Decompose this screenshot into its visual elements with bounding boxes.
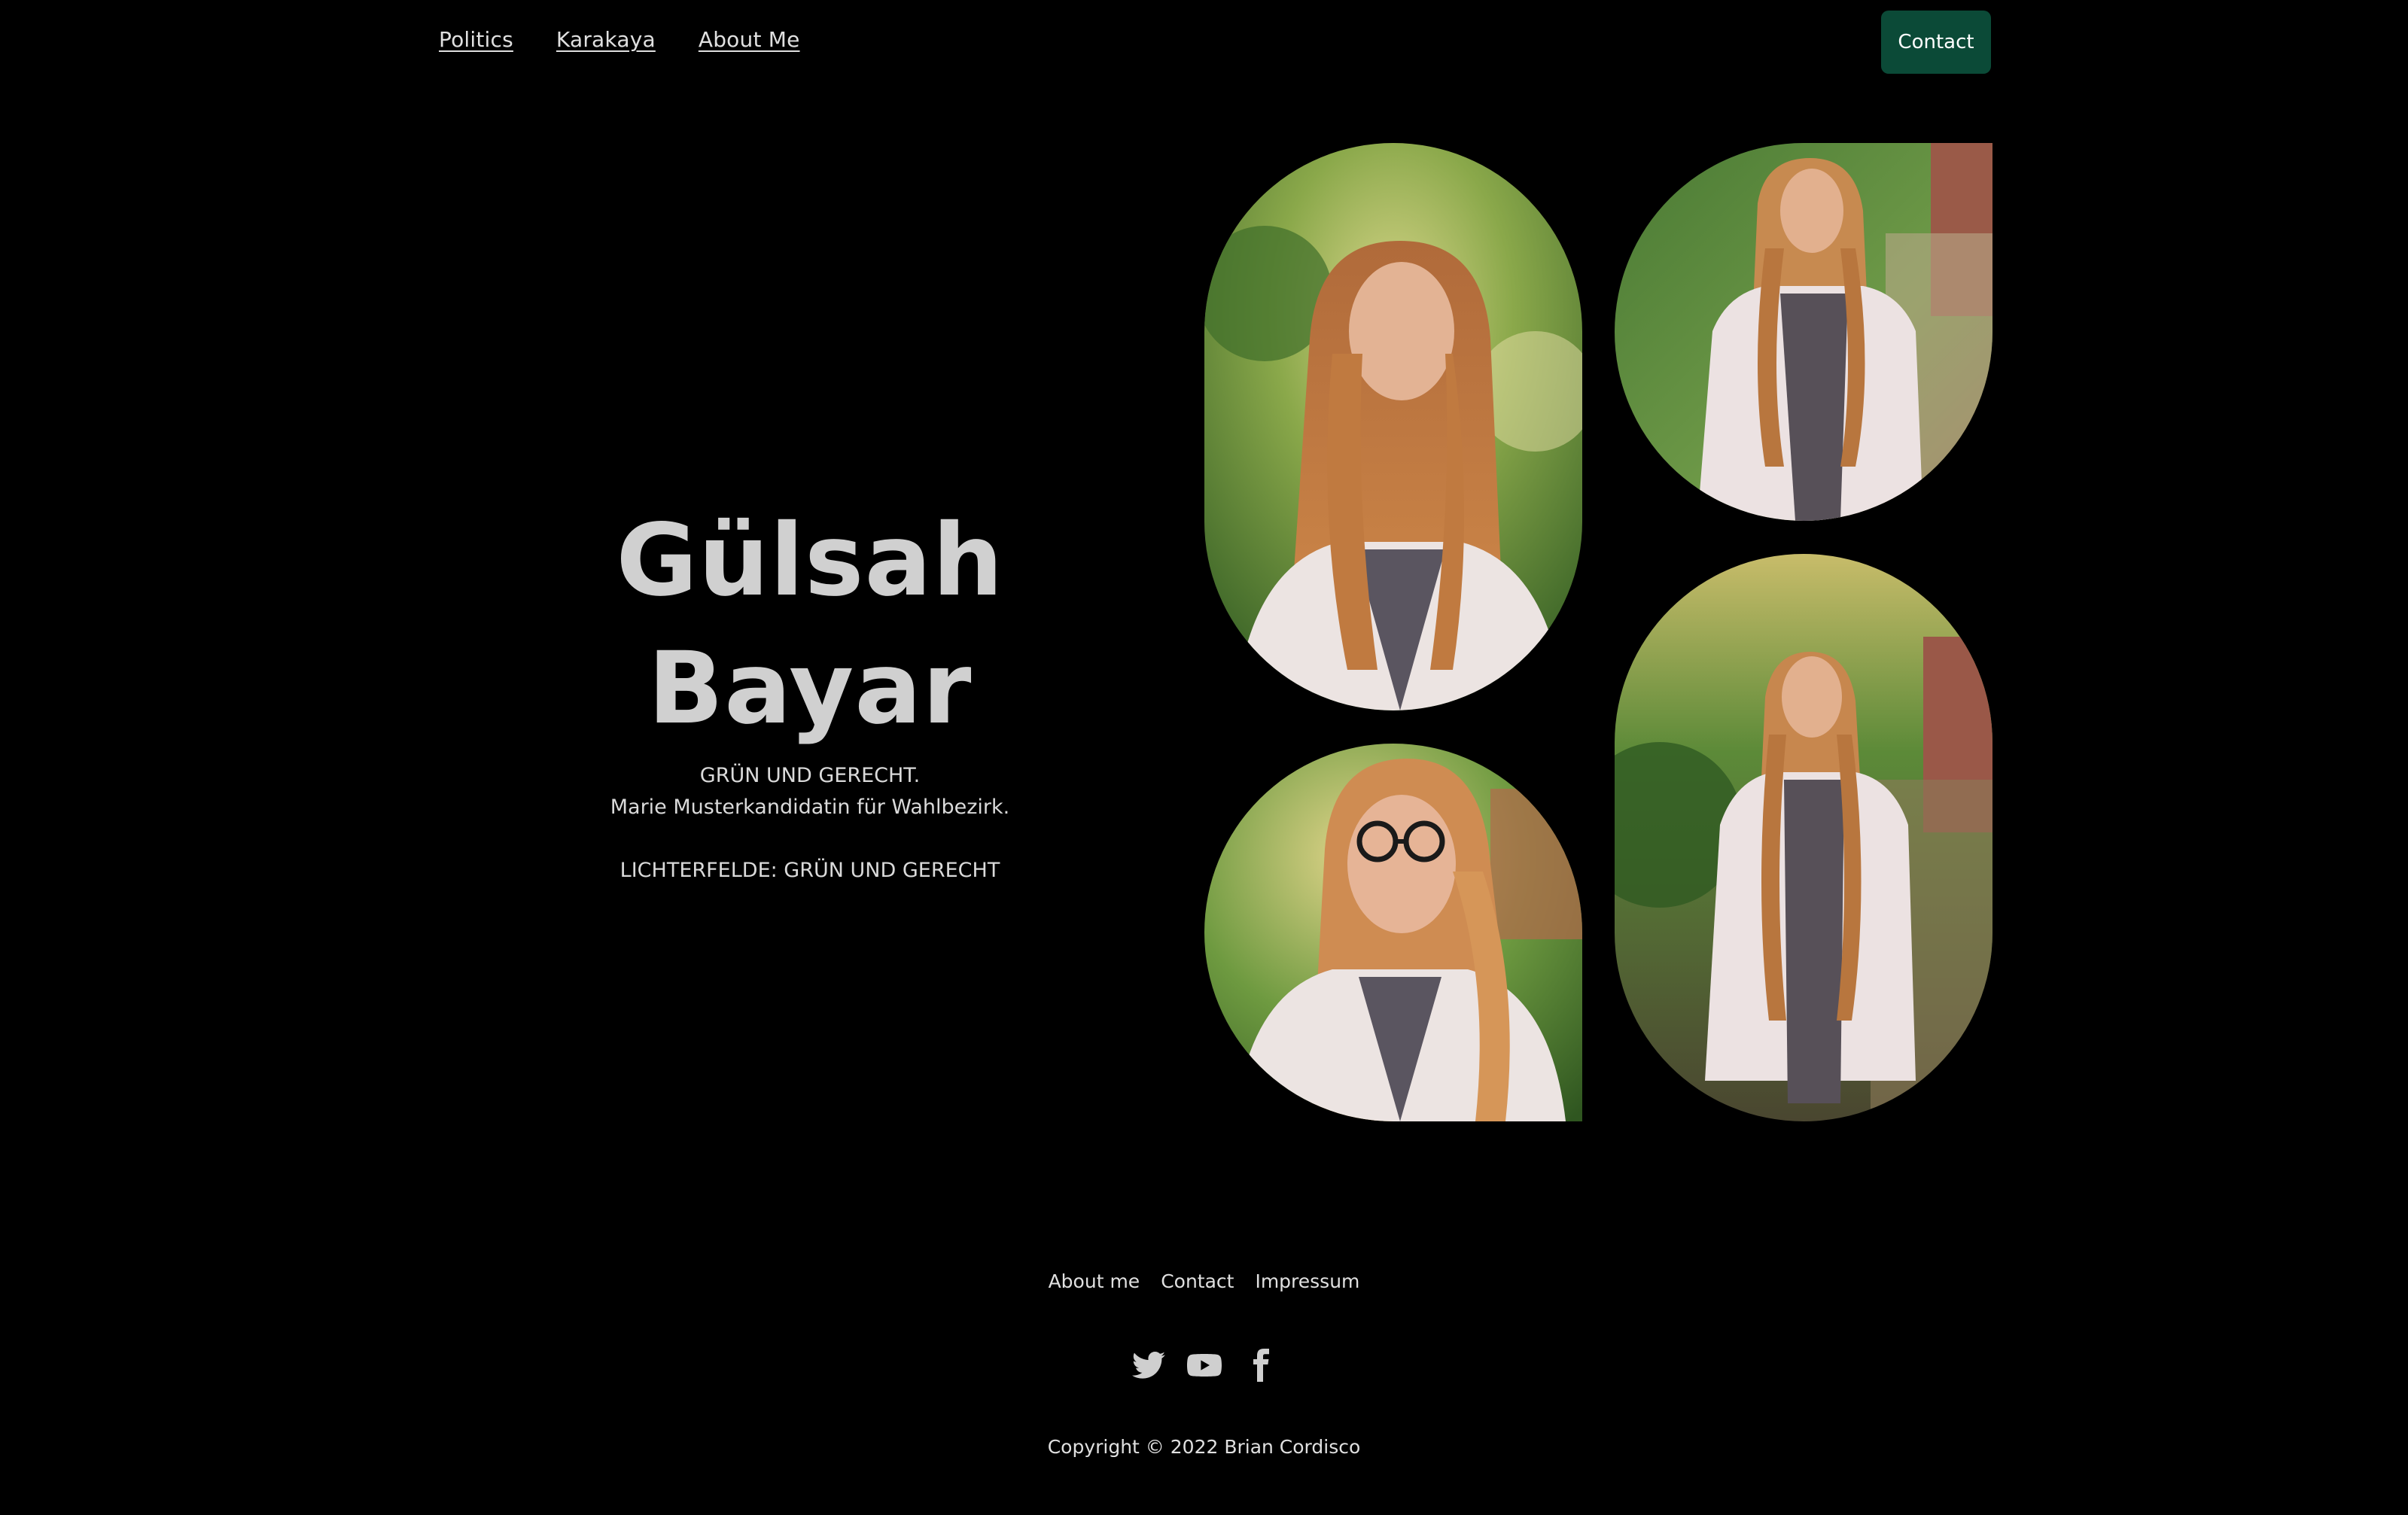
full-body-photo — [1615, 554, 1992, 1121]
footer-link-about-me[interactable]: About me — [1049, 1270, 1140, 1292]
page: Politics Karakaya About Me Contact Gülsa… — [0, 0, 2408, 1515]
footer-links: About me Contact Impressum — [0, 1270, 2408, 1292]
youtube-icon[interactable] — [1186, 1347, 1222, 1383]
hero-tagline: GRÜN UND GERECHT. — [699, 764, 921, 787]
nav-link-karakaya[interactable]: Karakaya — [556, 27, 656, 52]
twitter-icon[interactable] — [1131, 1347, 1167, 1383]
copyright-text: Copyright © 2022 Brian Cordisco — [1047, 1436, 1361, 1458]
social-links — [0, 1347, 2408, 1383]
portrait-photo — [1204, 143, 1582, 710]
footer-link-contact[interactable]: Contact — [1161, 1270, 1234, 1292]
nav-link-about-me[interactable]: About Me — [699, 27, 800, 52]
footer-link-impressum[interactable]: Impressum — [1255, 1270, 1359, 1292]
hero-subtitle: Marie Musterkandidatin für Wahlbezirk. — [610, 796, 1010, 819]
contact-button[interactable]: Contact — [1881, 11, 1991, 74]
main-nav: Politics Karakaya About Me — [439, 27, 800, 52]
nav-link-politics[interactable]: Politics — [439, 27, 513, 52]
hero-slogan: LICHTERFELDE: GRÜN UND GERECHT — [620, 859, 1000, 882]
portrait-glasses-photo — [1204, 744, 1582, 1121]
full-body-photo — [1615, 143, 1992, 521]
facebook-icon[interactable] — [1242, 1347, 1278, 1383]
hero-text: Gülsah Bayar GRÜN UND GERECHT. Marie Mus… — [452, 497, 1168, 887]
hero-title: Gülsah Bayar — [616, 503, 1004, 747]
